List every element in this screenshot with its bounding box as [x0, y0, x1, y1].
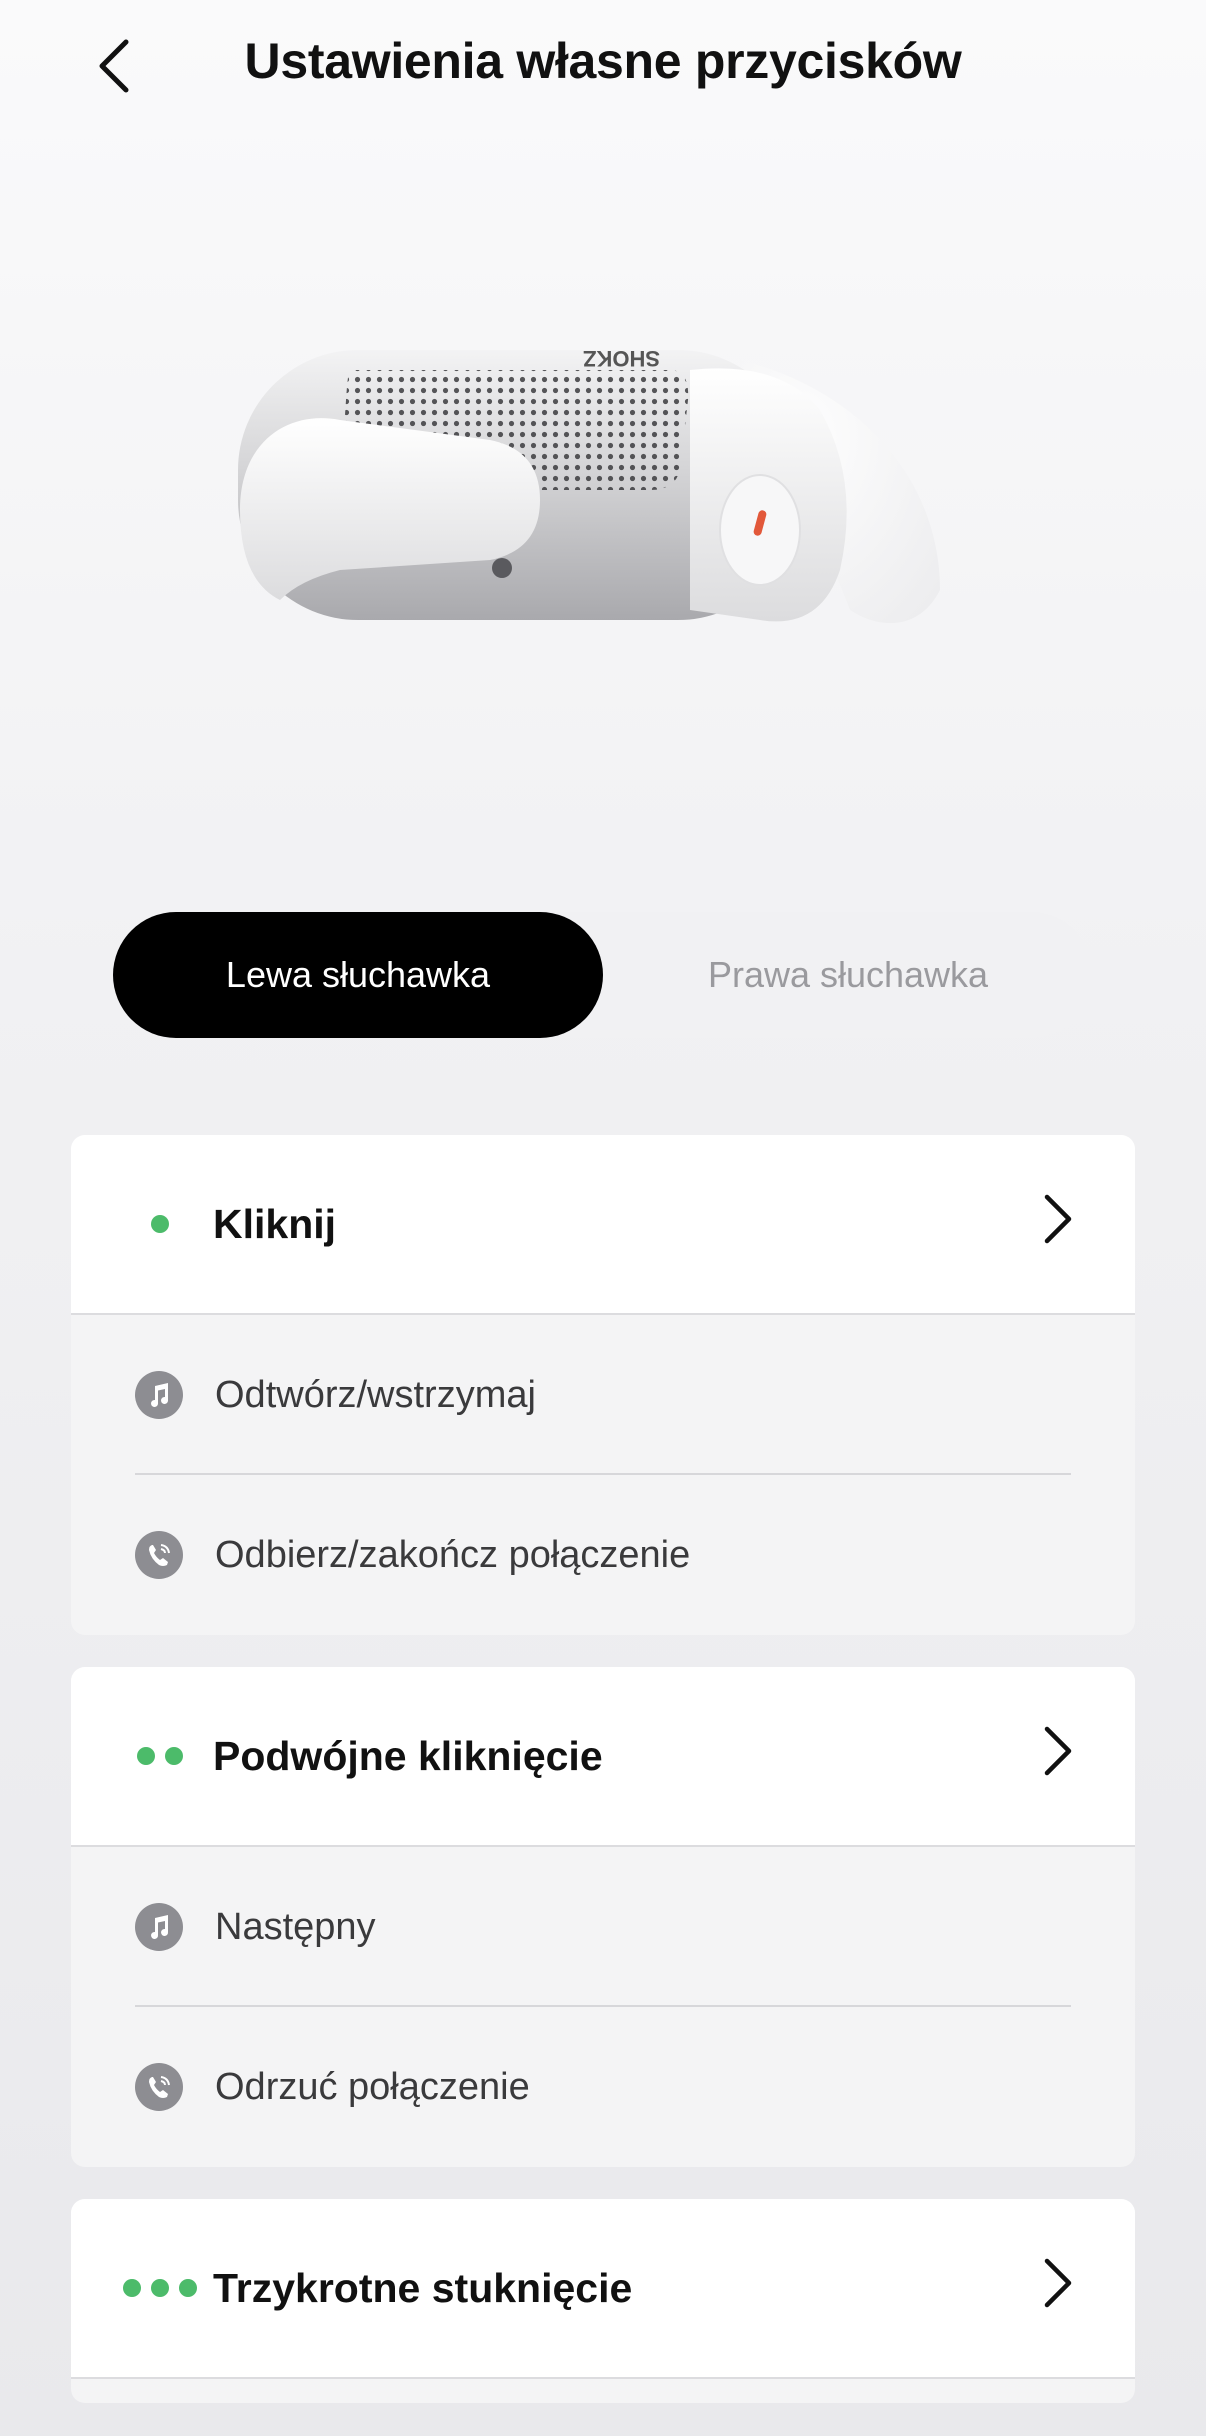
action-label: Odrzuć połączenie: [215, 2065, 530, 2108]
gesture-card-double: Podwójne kliknięcie Następny Odrzuć połą…: [71, 1667, 1135, 2167]
action-row: Odrzuć połączenie: [71, 2007, 1135, 2167]
action-label: Odtwórz/wstrzymaj: [215, 1373, 536, 1416]
chevron-right-icon: [1044, 2258, 1072, 2308]
tab-right-earbud-label: Prawa słuchawka: [707, 954, 989, 995]
tab-left-earbud-label: Lewa słuchawka: [225, 954, 491, 995]
gesture-header-single[interactable]: Kliknij: [71, 1135, 1135, 1315]
earbud-selector: Lewa słuchawka Prawa słuchawka: [113, 912, 1093, 1038]
tab-right-earbud[interactable]: Prawa słuchawka: [603, 912, 1093, 1038]
gesture-header-triple[interactable]: Trzykrotne stuknięcie: [71, 2199, 1135, 2379]
gesture-card-triple: Trzykrotne stuknięcie: [71, 2199, 1135, 2403]
double-tap-dots-icon: [137, 1667, 183, 1845]
earbud-product-image: SHOKZ: [220, 330, 980, 690]
action-row: Odbierz/zakończ połączenie: [71, 1475, 1135, 1635]
gesture-title: Trzykrotne stuknięcie: [213, 2264, 633, 2311]
chevron-right-icon: [1044, 1726, 1072, 1776]
action-label: Następny: [215, 1905, 376, 1948]
gesture-title: Kliknij: [213, 1200, 337, 1247]
brand-mark: SHOKZ: [583, 346, 660, 371]
music-note-icon: [135, 1371, 183, 1419]
tab-left-earbud[interactable]: Lewa słuchawka: [113, 912, 603, 1038]
music-note-icon: [135, 1903, 183, 1951]
page-title: Ustawienia własne przycisków: [244, 33, 962, 89]
gesture-card-single: Kliknij Odtwórz/wstrzymaj Odbierz/zakońc…: [71, 1135, 1135, 1635]
action-label: Odbierz/zakończ połączenie: [215, 1533, 691, 1576]
phone-call-icon: [135, 2063, 183, 2111]
action-row: Następny: [71, 1847, 1135, 2007]
single-tap-dots-icon: [151, 1135, 169, 1313]
gesture-title: Podwójne kliknięcie: [213, 1732, 603, 1779]
top-bar: Ustawienia własne przycisków: [0, 0, 1206, 130]
chevron-right-icon: [1044, 1194, 1072, 1244]
gesture-header-double[interactable]: Podwójne kliknięcie: [71, 1667, 1135, 1847]
action-row: Odtwórz/wstrzymaj: [71, 1315, 1135, 1475]
triple-tap-dots-icon: [123, 2199, 197, 2377]
phone-call-icon: [135, 1531, 183, 1579]
